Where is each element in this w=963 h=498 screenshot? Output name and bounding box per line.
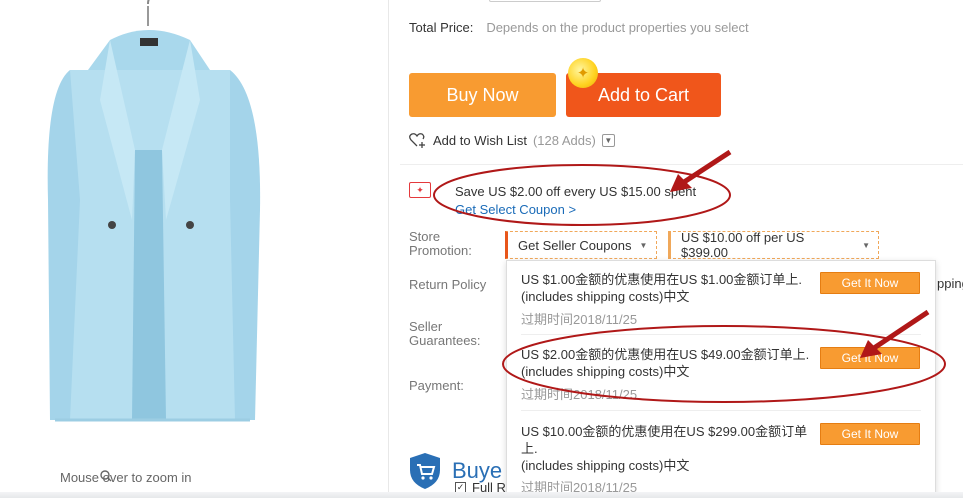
total-price-label: Total Price: <box>409 20 474 35</box>
get-coupon-button[interactable]: Get It Now <box>820 423 920 445</box>
coupon-expiry: 过期时间2018/11/25 <box>521 312 638 327</box>
store-coupon-text: Save US $2.00 off every US $15.00 spent <box>455 184 697 199</box>
coat-image <box>47 0 261 422</box>
coin-icon: ✦ <box>568 58 598 88</box>
get-select-coupon-link[interactable]: Get Select Coupon > <box>455 201 696 219</box>
buy-now-button[interactable]: Buy Now <box>409 73 556 117</box>
product-image[interactable]: Mouse over to zoom in <box>0 0 388 498</box>
magnifier-icon <box>100 470 112 482</box>
total-price-row: Total Price: Depends on the product prop… <box>409 20 749 35</box>
wishlist-label: Add to Wish List <box>433 132 527 148</box>
annotation-arrow <box>676 149 732 189</box>
panel-divider <box>388 0 389 498</box>
heart-plus-icon <box>409 133 425 148</box>
store-promotion-label: Store Promotion: <box>409 229 472 258</box>
store-coupon-block: Save US $2.00 off every US $15.00 spent … <box>455 183 696 219</box>
quantity-field-edge[interactable] <box>489 0 601 2</box>
coupon-divider <box>521 410 921 411</box>
wishlist-count: (128 Adds) <box>532 132 596 148</box>
zoom-hint: Mouse over to zoom in <box>60 470 192 485</box>
coupon-description: US $2.00金额的优惠使用在US $49.00金额订单上. (include… <box>521 347 810 379</box>
section-divider <box>400 164 963 165</box>
seller-guarantees-label: Seller Guarantees: <box>409 319 481 348</box>
shield-cart-icon <box>410 453 440 489</box>
seller-coupons-list: US $1.00金额的优惠使用在US $1.00金额订单上. (includes… <box>506 260 936 498</box>
payment-label: Payment: <box>409 378 464 393</box>
get-coupon-button[interactable]: Get It Now <box>820 347 920 369</box>
coupon-description: US $1.00金额的优惠使用在US $1.00金额订单上. (includes… <box>521 272 803 304</box>
coupon-ticket-icon: ✦ <box>409 182 431 198</box>
get-coupon-button[interactable]: Get It Now <box>820 272 920 294</box>
seller-coupons-label: Get Seller Coupons <box>518 237 632 253</box>
coupon-description: US $10.00金额的优惠使用在US $299.00金额订单上. (inclu… <box>521 424 808 473</box>
add-to-wishlist[interactable]: Add to Wish List (128 Adds) ▼ <box>409 132 615 148</box>
coupon-expiry: 过期时间2018/11/25 <box>521 387 638 402</box>
chevron-down-icon[interactable]: ▼ <box>601 133 615 147</box>
store-offer-dropdown[interactable]: US $10.00 off per US $399.00 ▼ <box>668 230 879 260</box>
seller-coupons-dropdown[interactable]: Get Seller Coupons ▼ <box>505 231 657 259</box>
store-offer-label: US $10.00 off per US $399.00 <box>681 230 805 260</box>
caret-down-icon: ▼ <box>862 240 870 250</box>
total-price-value: Depends on the product properties you se… <box>486 20 749 35</box>
shipping-text-cutoff: pping <box>937 276 963 291</box>
caret-down-icon: ▼ <box>639 240 648 250</box>
bottom-bar <box>0 492 963 498</box>
coupon-divider <box>521 334 921 335</box>
zoom-hint-text: Mouse over to zoom in <box>60 470 192 485</box>
return-policy-label: Return Policy <box>409 277 487 292</box>
